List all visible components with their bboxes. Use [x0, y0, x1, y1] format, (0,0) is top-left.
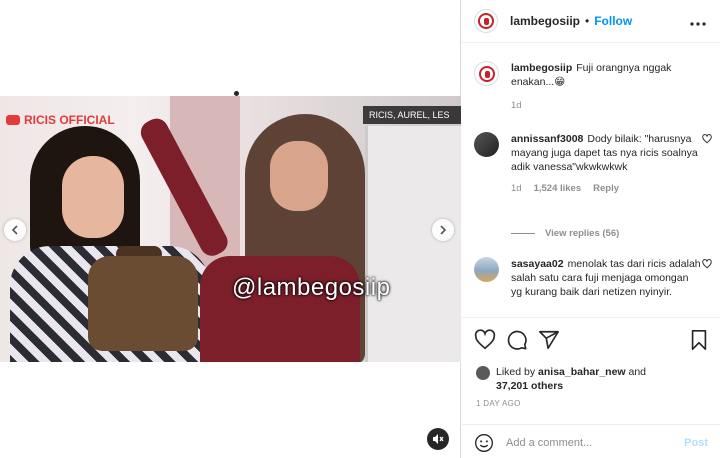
bookmark-icon[interactable] — [688, 329, 710, 351]
comment-username[interactable]: annissanf3008 — [511, 133, 583, 145]
post-side-panel: lambegosiip • Follow lambegosiip Fuji ora… — [462, 0, 720, 458]
follow-button[interactable]: Follow — [594, 14, 632, 28]
watermark-center: @lambegosiip — [232, 274, 391, 301]
watermark-right: RICIS, AUREL, LES — [363, 106, 461, 124]
avatar[interactable] — [474, 257, 499, 282]
author-username[interactable]: lambegosiip — [510, 14, 580, 28]
caption-username[interactable]: lambegosiip — [511, 62, 572, 74]
post-actions: Liked by anisa_bahar_new and 37,201 othe… — [462, 317, 720, 458]
liked-by: Liked by anisa_bahar_new and 37,201 othe… — [476, 365, 646, 393]
chevron-left-icon[interactable] — [4, 219, 26, 241]
avatar[interactable] — [474, 9, 498, 33]
likes-count[interactable]: 37,201 others — [496, 380, 563, 392]
avatar[interactable] — [474, 132, 499, 157]
comment-input[interactable]: Add a comment... — [506, 437, 684, 449]
comment-likes[interactable]: 1,524 likes — [534, 182, 582, 196]
share-icon[interactable] — [538, 329, 560, 351]
like-heart-icon[interactable] — [474, 329, 496, 351]
reply-button[interactable]: Reply — [593, 182, 619, 196]
post-media: RICIS OFFICIAL RICIS, AUREL, LES @lambeg… — [0, 0, 461, 458]
view-replies-button[interactable]: View replies (56) — [511, 228, 619, 239]
video-frame[interactable]: RICIS OFFICIAL RICIS, AUREL, LES @lambeg… — [0, 96, 461, 362]
post-timestamp[interactable]: 1 DAY AGO — [476, 399, 521, 408]
caption: lambegosiip Fuji orangnya nggak enakan...… — [474, 61, 710, 121]
liked-by-user[interactable]: anisa_bahar_new — [538, 366, 626, 378]
speaker-muted-icon[interactable] — [427, 428, 449, 450]
post-header: lambegosiip • Follow — [462, 0, 720, 43]
comment-username[interactable]: sasayaa02 — [511, 258, 564, 270]
youtube-icon — [6, 115, 20, 125]
heart-icon[interactable] — [702, 259, 712, 272]
post-button[interactable]: Post — [684, 437, 708, 449]
caption-time[interactable]: 1d — [511, 99, 522, 113]
instagram-post-view: RICIS OFFICIAL RICIS, AUREL, LES @lambeg… — [0, 0, 720, 458]
comment-time[interactable]: 1d — [511, 182, 522, 196]
heart-icon[interactable] — [702, 134, 712, 147]
add-comment-bar: Add a comment... Post — [462, 424, 720, 458]
chevron-right-icon[interactable] — [432, 219, 454, 241]
list-item: sasayaa02 menolak tas dari ricis adalah s… — [474, 257, 712, 316]
comment-icon[interactable] — [506, 329, 528, 351]
more-icon[interactable] — [690, 13, 706, 31]
avatar[interactable] — [474, 61, 499, 86]
list-item: annissanf3008 Dody bilaik: "harusnya maya… — [474, 132, 712, 242]
bag — [88, 256, 198, 351]
avatar[interactable] — [476, 366, 490, 380]
comments-list[interactable]: lambegosiip Fuji orangnya nggak enakan...… — [462, 44, 720, 316]
emoji-icon[interactable] — [474, 433, 494, 453]
watermark-left: RICIS OFFICIAL — [6, 113, 115, 127]
separator: • — [585, 14, 590, 28]
